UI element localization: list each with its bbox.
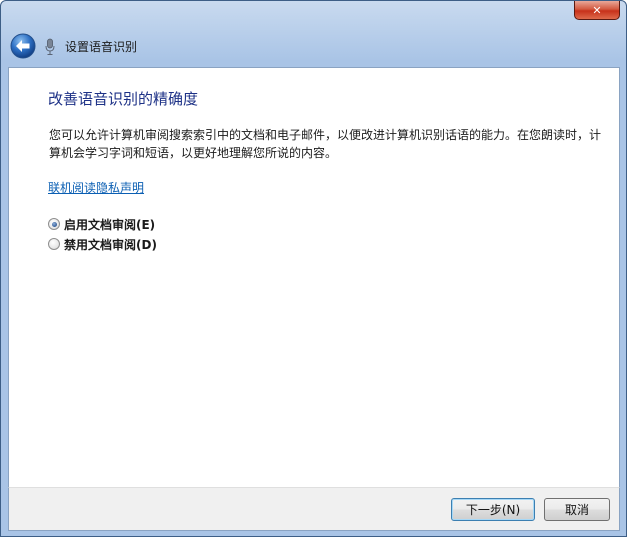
- radio-button-selected[interactable]: [48, 218, 60, 230]
- page-heading: 改善语音识别的精确度: [48, 90, 199, 108]
- enable-document-review-option[interactable]: 启用文档审阅(E): [48, 216, 155, 232]
- button-footer: 下一步(N) 取消: [8, 487, 620, 531]
- navigation-bar: 设置语音识别: [1, 31, 626, 63]
- back-button[interactable]: [10, 33, 36, 59]
- enable-document-review-label[interactable]: 启用文档审阅(E): [64, 216, 155, 233]
- content-panel: 改善语音识别的精确度 您可以允许计算机审阅搜索索引中的文档和电子邮件，以便改进计…: [8, 67, 620, 487]
- cancel-button[interactable]: 取消: [544, 498, 610, 521]
- radio-dot-icon: [51, 221, 57, 227]
- next-button[interactable]: 下一步(N): [451, 498, 535, 521]
- disable-document-review-label[interactable]: 禁用文档审阅(D): [64, 236, 157, 253]
- microphone-icon: [44, 38, 56, 56]
- wizard-window: ✕ 设置语音识别 改善语音识别的精确度 您可以允许计算机审阅搜索索引中的文档和电…: [0, 0, 627, 537]
- radio-button[interactable]: [48, 238, 60, 250]
- title-bar: ✕: [1, 1, 626, 31]
- close-icon: ✕: [592, 3, 602, 17]
- close-button[interactable]: ✕: [574, 1, 620, 20]
- back-arrow-icon: [10, 33, 36, 59]
- wizard-title: 设置语音识别: [65, 40, 138, 54]
- description-text: 您可以允许计算机审阅搜索索引中的文档和电子邮件，以便改进计算机识别话语的能力。在…: [49, 128, 602, 160]
- privacy-statement-link[interactable]: 联机阅读隐私声明: [48, 179, 144, 196]
- disable-document-review-option[interactable]: 禁用文档审阅(D): [48, 236, 157, 252]
